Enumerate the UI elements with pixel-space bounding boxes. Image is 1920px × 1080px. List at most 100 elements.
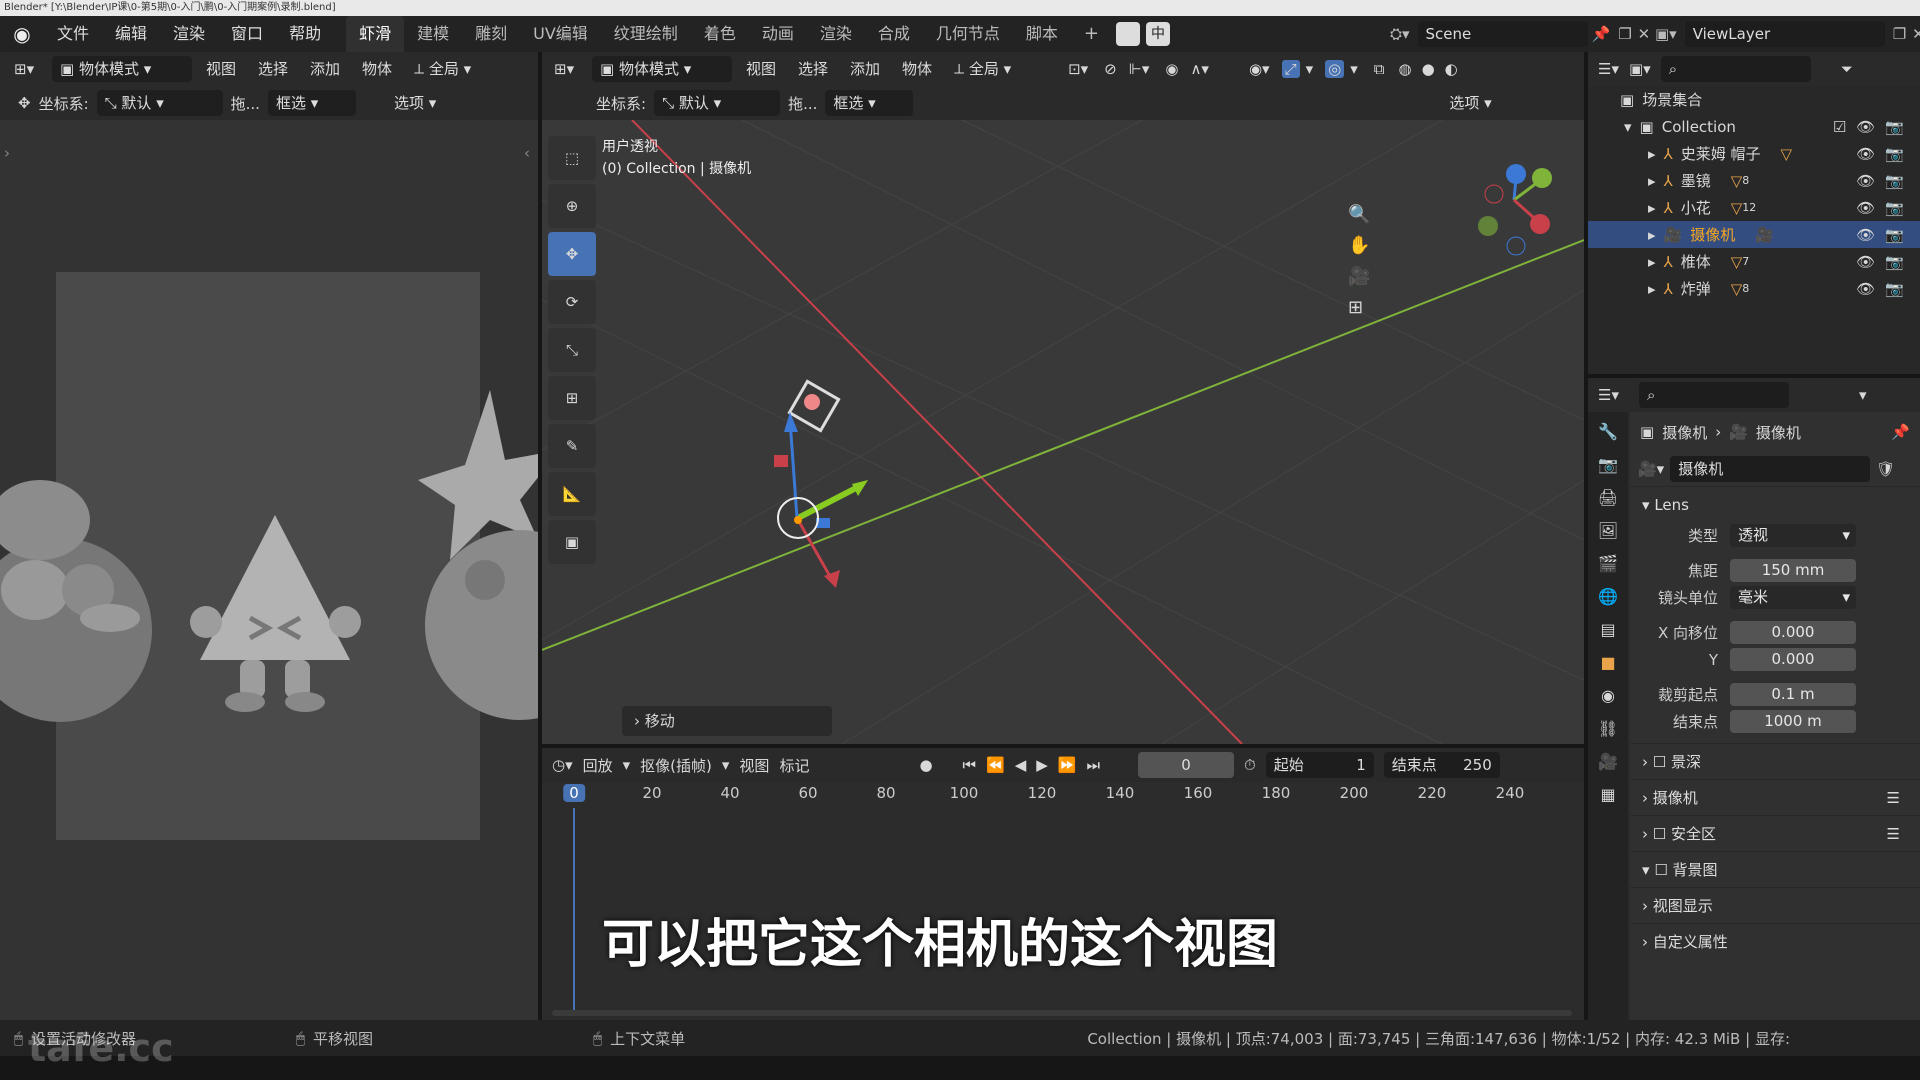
solid-shading-icon[interactable]: ● [1422, 60, 1435, 78]
timeline-scrollbar[interactable] [552, 1010, 1572, 1016]
left-collapse-icon[interactable]: › [4, 144, 10, 162]
ortho-grid-icon[interactable]: ⊞ [1348, 297, 1370, 318]
display-mode-icon[interactable]: ▣▾ [1629, 60, 1651, 78]
collection-tab-icon[interactable]: ▤ [1600, 620, 1615, 639]
ime-zh-icon[interactable]: 中 [1146, 22, 1170, 46]
playhead[interactable] [573, 808, 575, 1013]
proportional-icon[interactable]: ◉ [1165, 60, 1178, 78]
scene-tab-icon[interactable]: 🎬 [1598, 554, 1618, 573]
texture-tab-icon[interactable]: ▦ [1600, 785, 1615, 804]
render-icon[interactable]: 📷 [1885, 145, 1904, 163]
new-viewlayer-icon[interactable]: ❐ [1893, 25, 1906, 43]
world-tab-icon[interactable]: 🌐 [1598, 587, 1618, 606]
measure-tool-icon[interactable]: 📐 [548, 472, 596, 516]
safe-areas-panel-header[interactable]: › ☐ 安全区 ☰ [1630, 815, 1920, 851]
render-icon[interactable]: 📷 [1885, 172, 1904, 190]
scene-selector[interactable]: ⛭▾ Scene 📌 ❐ ✕ [1390, 21, 1650, 47]
outliner-item[interactable]: ▸ ⅄ 炸弹 ▽ 8 👁 📷 [1588, 275, 1920, 302]
tab-workspace-10[interactable]: 脚本 [1013, 16, 1071, 52]
timeline-menu-view[interactable]: 视图 [739, 755, 769, 776]
play-icon[interactable]: ▶ [1036, 756, 1048, 774]
render-icon[interactable]: 📷 [1885, 199, 1904, 217]
screenshot-icon[interactable] [1116, 22, 1140, 46]
current-frame-field[interactable]: 0 [1138, 752, 1235, 778]
dof-checkbox-icon[interactable]: ☐ [1653, 753, 1666, 771]
preset-list-icon[interactable]: ☰ [1887, 789, 1900, 807]
constraints-tab-icon[interactable]: ⛓ [1598, 719, 1618, 738]
viewlayer-selector[interactable]: ▣▾ ViewLayer ❐ ✕ [1655, 21, 1920, 47]
expand-icon[interactable]: ▸ [1648, 199, 1656, 217]
vp-menu-add[interactable]: 添加 [842, 52, 888, 87]
left-drag-label[interactable]: 拖... [231, 93, 260, 114]
left-mode-select[interactable]: ▣ 物体模式 ▾ [52, 56, 192, 82]
delete-viewlayer-icon[interactable]: ✕ [1912, 25, 1920, 43]
tab-workspace-6[interactable]: 动画 [749, 16, 807, 52]
playback-dropdown-icon[interactable]: ▾ [623, 756, 631, 774]
focal-length-field[interactable]: 150 mm [1730, 559, 1856, 582]
clip-start-field[interactable]: 0.1 m [1730, 683, 1856, 706]
outliner-editor-icon[interactable]: ☰▾ [1598, 60, 1619, 78]
menu-window[interactable]: 窗口 [218, 16, 276, 52]
tab-workspace-8[interactable]: 合成 [865, 16, 923, 52]
jump-start-icon[interactable]: ⏮ [963, 756, 977, 774]
left-toolbar-toggle-icon[interactable]: ‹ [524, 144, 530, 162]
properties-search-input[interactable]: ⌕ [1638, 382, 1789, 408]
outliner-search-input[interactable]: ⌕ [1660, 56, 1811, 82]
play-reverse-icon[interactable]: ◀ [1015, 756, 1027, 774]
left-menu-select[interactable]: 选择 [250, 51, 296, 87]
jump-end-icon[interactable]: ⏭ [1087, 756, 1101, 774]
render-icon[interactable]: 📷 [1885, 280, 1904, 298]
pivot-icon[interactable]: ⊡▾ [1068, 60, 1088, 78]
start-frame-field[interactable]: 起始 1 [1265, 752, 1374, 778]
timeline-editor-icon[interactable]: ◷▾ [552, 756, 573, 774]
blender-logo-icon[interactable]: ◉ [0, 22, 44, 46]
render-icon[interactable]: 📷 [1885, 118, 1904, 136]
eye-icon[interactable]: 👁 [1856, 253, 1875, 271]
checkbox-icon[interactable]: ☑ [1833, 118, 1846, 136]
object-tab-icon[interactable]: ■ [1600, 653, 1615, 672]
expand-icon[interactable]: ▸ [1648, 172, 1656, 190]
tab-workspace-3[interactable]: UV编辑 [520, 16, 601, 52]
left-coord-select[interactable]: ⤡ 默认 ▾ [96, 90, 223, 116]
left-select-mode[interactable]: 框选 ▾ [267, 90, 356, 116]
left-options-button[interactable]: 选项 ▾ [385, 90, 466, 116]
left-menu-view[interactable]: 视图 [198, 51, 244, 87]
timeline-menu-playback[interactable]: 回放 [583, 755, 613, 776]
zoom-icon[interactable]: 🔍 [1348, 204, 1370, 225]
tab-workspace-7[interactable]: 渲染 [807, 16, 865, 52]
outliner-item-selected[interactable]: ▸ 🎥 摄像机 🎥 👁 📷 [1588, 221, 1920, 248]
clip-end-field[interactable]: 1000 m [1730, 710, 1856, 733]
pin-icon[interactable]: 📌 [1592, 25, 1611, 43]
material-shading-icon[interactable]: ◐ [1445, 60, 1458, 78]
transform-tool-icon[interactable]: ⊞ [548, 376, 596, 420]
left-orientation-select[interactable]: ⟂ 全局 ▾ [406, 56, 511, 82]
overlay-dropdown-icon[interactable]: ▾ [1350, 60, 1358, 78]
camera-panel-header[interactable]: › 摄像机 ☰ [1630, 779, 1920, 815]
lens-type-select[interactable]: 透视 ▾ [1730, 524, 1856, 547]
pin-icon[interactable]: 📌 [1891, 423, 1910, 441]
vp-menu-view[interactable]: 视图 [738, 52, 784, 87]
menu-edit[interactable]: 编辑 [102, 16, 160, 52]
wireframe-shading-icon[interactable]: ◍ [1398, 60, 1411, 78]
viewport-display-panel-header[interactable]: › 视图显示 [1630, 887, 1920, 923]
vp-orientation-select[interactable]: ⟂ 全局 ▾ [946, 56, 1051, 82]
last-operator-panel[interactable]: › 移动 [622, 706, 832, 736]
record-icon[interactable]: ● [919, 756, 932, 774]
tab-workspace-5[interactable]: 着色 [691, 16, 749, 52]
vp-editor-type-icon[interactable]: ⊞▾ [554, 60, 586, 78]
overlay-icon[interactable]: ◎ [1325, 60, 1345, 78]
pan-hand-icon[interactable]: ✋ [1348, 235, 1370, 256]
add-workspace-icon[interactable]: + [1071, 16, 1112, 52]
menu-help[interactable]: 帮助 [276, 16, 334, 52]
left-menu-object[interactable]: 物体 [354, 51, 400, 87]
timer-icon[interactable]: ⏱ [1244, 756, 1256, 774]
lens-panel-header[interactable]: ▾ Lens [1630, 486, 1920, 522]
tab-workspace-0[interactable]: 虾滑 [346, 16, 405, 52]
fake-user-shield-icon[interactable]: 🛡 [1876, 460, 1895, 478]
xray-icon[interactable]: ⧉ [1374, 60, 1385, 78]
snap-target-icon[interactable]: ⊩▾ [1129, 60, 1150, 78]
custom-props-panel-header[interactable]: › 自定义属性 [1630, 923, 1920, 959]
tab-workspace-1[interactable]: 建模 [404, 16, 462, 52]
outliner-item[interactable]: ▸ ⅄ 史莱姆 帽子 ▽ 👁 📷 [1588, 140, 1920, 167]
rotate-tool-icon[interactable]: ⟳ [548, 280, 596, 324]
